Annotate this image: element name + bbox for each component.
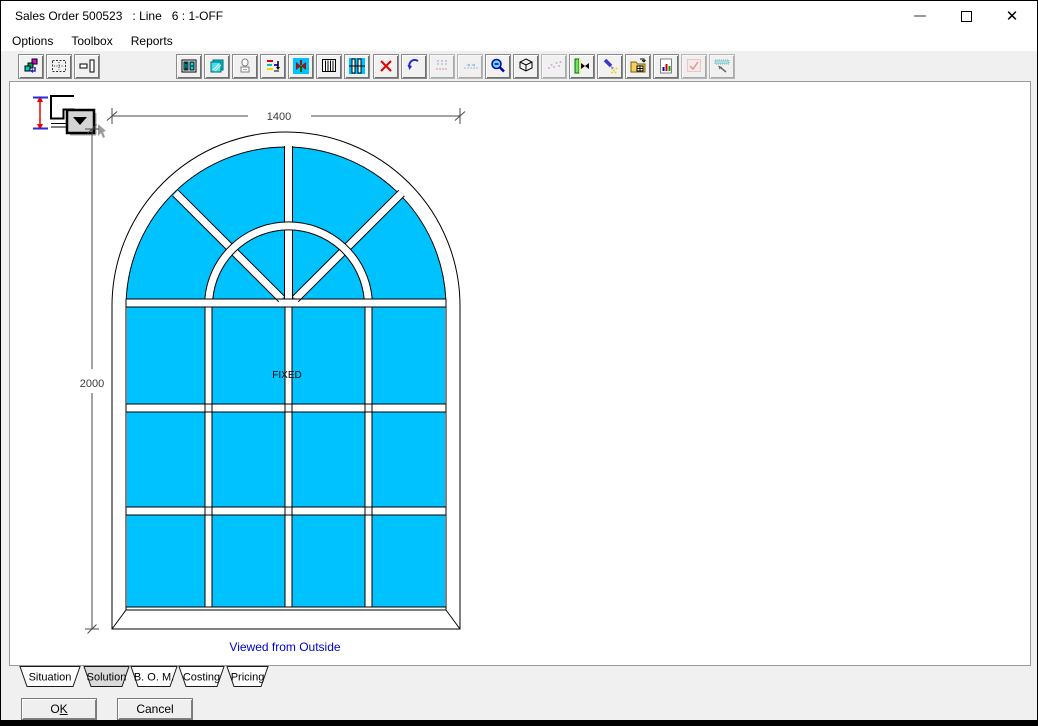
toolbar-button-grid-check[interactable] — [681, 54, 707, 79]
tab-bar: Situation Solution B. O. M. Costing Pric… — [1, 666, 301, 688]
toolbar-button-arrange-profiles[interactable] — [18, 54, 44, 79]
toolbar-button-specification[interactable] — [260, 54, 286, 79]
svg-text:B. O. M.: B. O. M. — [134, 672, 174, 684]
profile-section-icon — [78, 57, 96, 75]
toolbar-button-export-window[interactable] — [625, 54, 651, 79]
window-controls: ✕ — [897, 1, 1035, 31]
toolbar-button-view-3d[interactable] — [513, 54, 539, 79]
toolbar-button-frame-dimensions[interactable] — [176, 54, 202, 79]
toolbar-button-report-chart[interactable] — [653, 54, 679, 79]
hardware-icon — [236, 57, 254, 75]
open-in-icon — [573, 57, 591, 75]
cancel-label: Cancel — [136, 702, 173, 716]
minimize-button[interactable] — [897, 1, 943, 31]
bars-icon — [320, 57, 338, 75]
toolbar-button-center-reference[interactable] — [46, 54, 72, 79]
toolbar-button-hardware[interactable] — [232, 54, 258, 79]
menu-reports[interactable]: Reports — [122, 32, 182, 50]
tab-situation[interactable]: Situation — [20, 667, 80, 687]
toolbar-button-glazing-bars[interactable] — [344, 54, 370, 79]
report-chart-icon — [657, 57, 675, 75]
close-icon: ✕ — [1006, 9, 1019, 24]
drawing-canvas: 1400 2000 — [9, 81, 1031, 666]
window-bottom-edge — [1, 720, 1037, 725]
delete-icon — [377, 57, 395, 75]
svg-text:Situation: Situation — [29, 672, 72, 684]
svg-text:Pricing: Pricing — [231, 672, 265, 684]
toolbar-button-zoom[interactable] — [485, 54, 511, 79]
menu-toolbox[interactable]: Toolbox — [62, 32, 121, 50]
maximize-button[interactable] — [943, 1, 989, 31]
tab-pricing[interactable]: Pricing — [227, 667, 268, 687]
tab-bom[interactable]: B. O. M. — [131, 667, 177, 687]
undo-icon — [405, 57, 423, 75]
toolbar-button-delete[interactable] — [373, 54, 399, 79]
tab-solution[interactable]: Solution — [84, 667, 129, 687]
tab-costing[interactable]: Costing — [179, 667, 224, 687]
window-title: Sales Order 500523 : Line 6 : 1-OFF — [1, 9, 223, 23]
toolbar-button-paint-finish[interactable] — [597, 54, 623, 79]
window-drawing: 1400 2000 — [10, 82, 1030, 665]
specification-icon — [264, 57, 282, 75]
toolbar-button-graph-points[interactable] — [541, 54, 567, 79]
view-caption: Viewed from Outside — [229, 640, 340, 654]
toolbar-button-dim-shift[interactable] — [457, 54, 483, 79]
height-dimension-label: 2000 — [80, 378, 104, 390]
zoom-icon — [489, 57, 507, 75]
toolbar-button-vent[interactable] — [288, 54, 314, 79]
dim-shift-icon — [461, 57, 479, 75]
title-bar: Sales Order 500523 : Line 6 : 1-OFF ✕ — [1, 1, 1037, 31]
ok-mnemonic: K — [60, 702, 68, 716]
dim-points-icon — [433, 57, 451, 75]
view-3d-icon — [517, 57, 535, 75]
toolbar-button-open-in[interactable] — [569, 54, 595, 79]
toolbar-button-dim-points[interactable] — [429, 54, 455, 79]
menu-options[interactable]: Options — [3, 32, 62, 50]
toolbar-button-measure-export[interactable] — [709, 54, 735, 79]
width-dimension-label: 1400 — [267, 111, 291, 123]
glazing-icon — [208, 57, 226, 75]
paint-finish-icon — [601, 57, 619, 75]
app-window: Sales Order 500523 : Line 6 : 1-OFF ✕ Op… — [0, 0, 1038, 726]
svg-text:Solution: Solution — [87, 672, 127, 684]
minimize-icon — [914, 15, 926, 17]
close-button[interactable]: ✕ — [989, 1, 1035, 31]
maximize-icon — [961, 11, 972, 22]
glazing-bars-icon — [348, 57, 366, 75]
grid-check-icon — [685, 57, 703, 75]
svg-text:Costing: Costing — [183, 672, 220, 684]
toolbar-button-glazing[interactable] — [204, 54, 230, 79]
arrange-profiles-icon — [22, 57, 40, 75]
pane-label: FIXED — [272, 370, 301, 381]
ok-button[interactable]: OK — [21, 698, 97, 720]
toolbar-button-undo[interactable] — [401, 54, 427, 79]
toolbar — [1, 51, 1037, 81]
mouse-cursor — [98, 124, 106, 138]
vent-icon — [292, 57, 310, 75]
center-reference-icon — [50, 57, 68, 75]
toolbar-button-profile-section[interactable] — [74, 54, 100, 79]
ok-label: O — [50, 702, 59, 716]
cancel-button[interactable]: Cancel — [117, 698, 193, 720]
frame-dimensions-icon — [180, 57, 198, 75]
menu-bar: Options Toolbox Reports — [1, 31, 1037, 51]
export-window-icon — [629, 57, 647, 75]
measure-export-icon — [713, 57, 731, 75]
toolbar-button-bars[interactable] — [316, 54, 342, 79]
graph-points-icon — [545, 57, 563, 75]
